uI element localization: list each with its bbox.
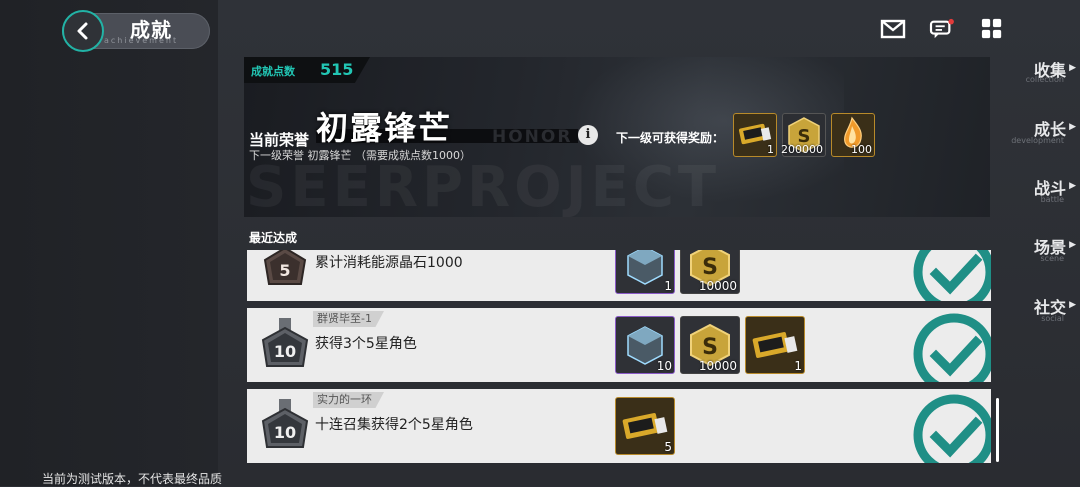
test-version-note: 当前为测试版本，不代表最终品质 bbox=[42, 472, 223, 486]
reward-slot[interactable]: S 10000 bbox=[680, 316, 740, 374]
check-icon bbox=[913, 313, 991, 382]
reward-slot[interactable]: 1 bbox=[733, 113, 777, 157]
achievement-title: 累计消耗能源晶石1000 bbox=[315, 255, 463, 271]
check-icon bbox=[913, 250, 991, 301]
points-label: 成就点数 bbox=[251, 65, 295, 78]
honor-banner: SEERPROJECT 成就点数 515 HONOR 当前荣誉 初露锋芒 i 下… bbox=[244, 57, 990, 217]
achievement-tag: 实力的一环 bbox=[313, 392, 384, 408]
svg-text:S: S bbox=[702, 335, 718, 360]
check-icon bbox=[913, 394, 991, 463]
reward-slot[interactable]: 5 bbox=[615, 397, 675, 455]
chevron-left-icon bbox=[77, 22, 88, 40]
sidebar-item-sub: battle bbox=[1040, 195, 1064, 204]
reward-slot[interactable]: S 200000 bbox=[781, 113, 826, 157]
category-sidebar bbox=[0, 0, 218, 486]
menu-grid-icon[interactable] bbox=[979, 18, 1005, 40]
points-value: 515 bbox=[320, 60, 354, 79]
svg-text:S: S bbox=[702, 255, 718, 280]
info-icon[interactable]: i bbox=[578, 125, 598, 145]
current-honor-name: 初露锋芒 bbox=[316, 109, 453, 147]
mail-icon[interactable] bbox=[880, 18, 906, 40]
chat-icon[interactable] bbox=[929, 18, 955, 40]
sidebar-item-sub: collection bbox=[1025, 75, 1064, 84]
recent-achievements-heading: 最近达成 bbox=[249, 231, 298, 245]
reward-qty: 1 bbox=[767, 143, 774, 156]
reward-slot[interactable]: S 10000 bbox=[680, 250, 740, 294]
achievement-title: 获得3个5星角色 bbox=[315, 336, 417, 352]
next-honor-text: 下一级荣誉 初露锋芒 （需要成就点数1000） bbox=[249, 149, 471, 162]
achievement-card: 10 群贤毕至-1 获得3个5星角色 10 S 10000 1 bbox=[247, 308, 991, 382]
reward-qty: 100 bbox=[851, 143, 872, 156]
reward-qty: 200000 bbox=[781, 143, 823, 156]
reward-qty: 10000 bbox=[698, 279, 737, 293]
honor-en-label: HONOR bbox=[492, 127, 573, 147]
list-scrollbar[interactable] bbox=[996, 398, 999, 462]
sidebar-item-sub: development bbox=[1011, 136, 1064, 145]
caret-right-icon: ▶ bbox=[1069, 240, 1076, 250]
reward-slot[interactable]: 10 bbox=[615, 316, 675, 374]
sidebar-item-sub: scene bbox=[1040, 254, 1064, 263]
reward-qty: 1 bbox=[794, 359, 802, 373]
achievement-card: 5 累计消耗能源晶石1000 1 S 10000 bbox=[247, 250, 991, 301]
medal-level: 5 bbox=[279, 261, 290, 280]
achievement-card: 10 实力的一环 十连召集获得2个5星角色 5 bbox=[247, 389, 991, 463]
page-subtitle: achievement bbox=[104, 36, 179, 45]
medal-icon: 10 bbox=[261, 318, 309, 367]
medal-level: 10 bbox=[274, 423, 296, 442]
reward-qty: 10000 bbox=[698, 359, 737, 373]
banner-watermark: SEERPROJECT bbox=[246, 155, 721, 217]
reward-qty: 1 bbox=[664, 279, 672, 293]
reward-slot[interactable]: 1 bbox=[615, 250, 675, 294]
achievement-title: 十连召集获得2个5星角色 bbox=[315, 417, 473, 433]
medal-level: 10 bbox=[274, 342, 296, 361]
reward-slot[interactable]: 100 bbox=[831, 113, 875, 157]
reward-slot[interactable]: 1 bbox=[745, 316, 805, 374]
caret-right-icon: ▶ bbox=[1069, 122, 1076, 132]
medal-icon: 5 bbox=[263, 250, 307, 285]
reward-qty: 10 bbox=[656, 359, 672, 373]
caret-right-icon: ▶ bbox=[1069, 181, 1076, 191]
caret-right-icon: ▶ bbox=[1069, 300, 1076, 310]
sidebar-item-sub: social bbox=[1041, 314, 1064, 323]
medal-icon: 10 bbox=[261, 399, 309, 448]
achievement-tag: 群贤毕至-1 bbox=[313, 311, 384, 327]
points-badge: 成就点数 515 bbox=[244, 57, 370, 83]
back-button[interactable] bbox=[62, 10, 104, 52]
next-reward-label: 下一级可获得奖励： bbox=[616, 131, 725, 145]
caret-right-icon: ▶ bbox=[1069, 63, 1076, 73]
reward-qty: 5 bbox=[664, 440, 672, 454]
